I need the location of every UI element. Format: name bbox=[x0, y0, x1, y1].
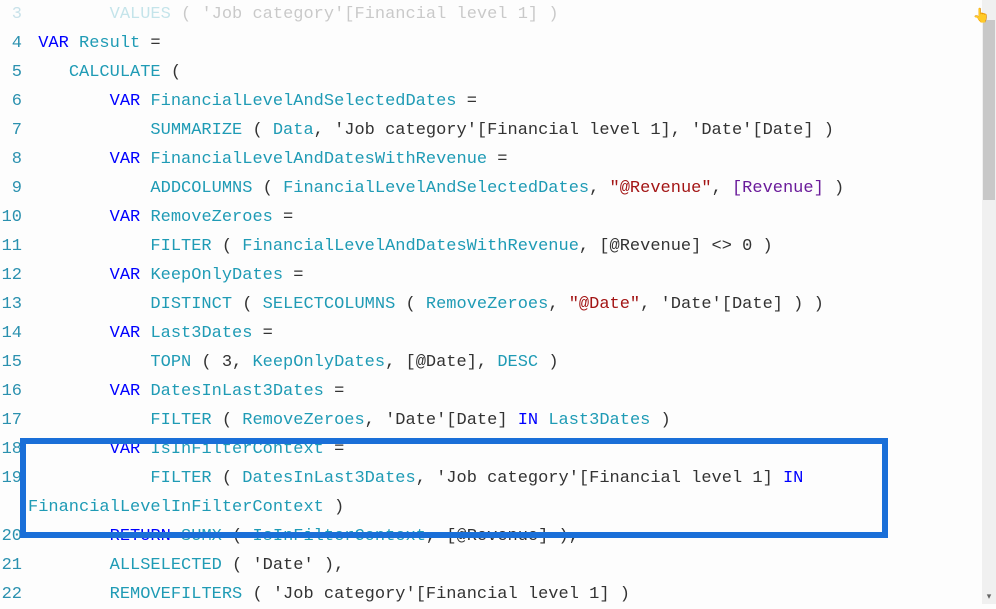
code-line[interactable]: VAR KeepOnlyDates = bbox=[28, 261, 982, 290]
code-line[interactable]: ADDCOLUMNS ( FinancialLevelAndSelectedDa… bbox=[28, 174, 982, 203]
line-number: 16 bbox=[0, 377, 22, 406]
code-line[interactable]: TOPN ( 3, KeepOnlyDates, [@Date], DESC ) bbox=[28, 348, 982, 377]
code-editor[interactable]: 345678910111213141516171819202122 VALUES… bbox=[0, 0, 982, 604]
code-line[interactable]: VAR DatesInLast3Dates = bbox=[28, 377, 982, 406]
line-number: 22 bbox=[0, 580, 22, 609]
code-line[interactable]: VAR Result = bbox=[28, 29, 982, 58]
code-area[interactable]: VALUES ( 'Job category'[Financial level … bbox=[28, 0, 982, 604]
line-number: 17 bbox=[0, 406, 22, 435]
code-line[interactable]: CALCULATE ( bbox=[28, 58, 982, 87]
line-number: 13 bbox=[0, 290, 22, 319]
hand-cursor-icon: 👆 bbox=[973, 8, 990, 25]
code-line[interactable]: RETURN SUMX ( IsInFilterContext, [@Reven… bbox=[28, 522, 982, 551]
code-line[interactable]: VAR RemoveZeroes = bbox=[28, 203, 982, 232]
line-number: 12 bbox=[0, 261, 22, 290]
line-number: 9 bbox=[0, 174, 22, 203]
line-number: 19 bbox=[0, 464, 22, 493]
line-number: 15 bbox=[0, 348, 22, 377]
code-line[interactable]: SUMMARIZE ( Data, 'Job category'[Financi… bbox=[28, 116, 982, 145]
code-line[interactable]: FILTER ( RemoveZeroes, 'Date'[Date] IN L… bbox=[28, 406, 982, 435]
code-line[interactable]: VAR FinancialLevelAndSelectedDates = bbox=[28, 87, 982, 116]
line-number: 10 bbox=[0, 203, 22, 232]
code-line[interactable]: DISTINCT ( SELECTCOLUMNS ( RemoveZeroes,… bbox=[28, 290, 982, 319]
line-number: 21 bbox=[0, 551, 22, 580]
line-number: 18 bbox=[0, 435, 22, 464]
line-number: 7 bbox=[0, 116, 22, 145]
line-number: 14 bbox=[0, 319, 22, 348]
vertical-scrollbar[interactable]: ▾ bbox=[982, 0, 996, 604]
code-line[interactable]: VAR FinancialLevelAndDatesWithRevenue = bbox=[28, 145, 982, 174]
line-number: 5 bbox=[0, 58, 22, 87]
line-number: 11 bbox=[0, 232, 22, 261]
code-line[interactable]: REMOVEFILTERS ( 'Job category'[Financial… bbox=[28, 580, 982, 604]
line-number: 20 bbox=[0, 522, 22, 551]
line-number: 4 bbox=[0, 29, 22, 58]
code-line[interactable]: VAR IsInFilterContext = bbox=[28, 435, 982, 464]
line-number: 3 bbox=[0, 0, 22, 29]
code-line[interactable]: VAR Last3Dates = bbox=[28, 319, 982, 348]
code-line[interactable]: FILTER ( FinancialLevelAndDatesWithReven… bbox=[28, 232, 982, 261]
code-line[interactable]: ALLSELECTED ( 'Date' ), bbox=[28, 551, 982, 580]
code-line[interactable]: FinancialLevelInFilterContext ) bbox=[28, 493, 982, 522]
scrollbar-thumb[interactable] bbox=[983, 20, 995, 200]
code-line[interactable]: FILTER ( DatesInLast3Dates, 'Job categor… bbox=[28, 464, 982, 493]
line-number: 8 bbox=[0, 145, 22, 174]
line-number bbox=[0, 493, 22, 522]
line-number: 6 bbox=[0, 87, 22, 116]
line-number-gutter: 345678910111213141516171819202122 bbox=[0, 0, 28, 604]
code-line[interactable]: VALUES ( 'Job category'[Financial level … bbox=[28, 0, 982, 29]
scroll-down-arrow[interactable]: ▾ bbox=[982, 590, 996, 604]
